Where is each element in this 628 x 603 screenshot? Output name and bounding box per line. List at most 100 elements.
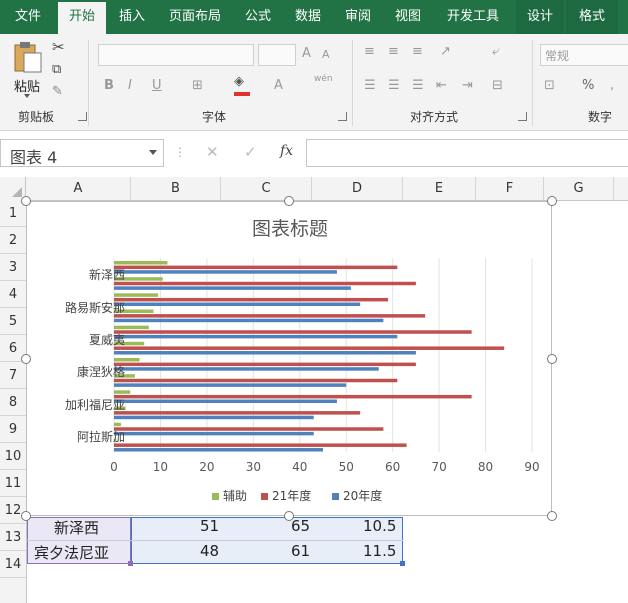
accounting-format-icon[interactable]: ⊡ bbox=[544, 78, 555, 93]
wrap-text-icon[interactable]: ⤶ bbox=[492, 44, 499, 59]
column-header-d[interactable]: D bbox=[312, 177, 403, 200]
bar-1-1[interactable] bbox=[114, 281, 416, 286]
tab-8[interactable]: 开发工具 bbox=[438, 0, 508, 34]
align-left-icon[interactable]: ☰ bbox=[364, 78, 376, 93]
cell-d13[interactable]: 11.5 bbox=[363, 542, 396, 560]
bar-1-10[interactable] bbox=[114, 427, 384, 431]
resize-handle[interactable] bbox=[547, 196, 557, 206]
column-header-b[interactable]: B bbox=[131, 177, 221, 200]
name-box[interactable]: 图表 4 bbox=[0, 139, 164, 167]
row-header-5[interactable]: 5 bbox=[0, 308, 26, 335]
enter-icon[interactable]: ✓ bbox=[244, 143, 257, 161]
bar-1-4[interactable] bbox=[114, 330, 472, 334]
cell-d12[interactable]: 10.5 bbox=[363, 517, 396, 535]
cell-c12[interactable]: 65 bbox=[291, 517, 310, 535]
font-name-combo[interactable] bbox=[98, 44, 254, 66]
bar-2-9[interactable] bbox=[114, 415, 314, 420]
underline-button[interactable]: U bbox=[152, 78, 162, 93]
cancel-icon[interactable]: ✕ bbox=[206, 143, 219, 161]
row-header-4[interactable]: 4 bbox=[0, 281, 26, 308]
bar-2-1[interactable] bbox=[114, 286, 351, 290]
tab-1[interactable]: 开始 bbox=[58, 2, 106, 34]
row-header-11[interactable]: 11 bbox=[0, 470, 26, 497]
resize-handle[interactable] bbox=[284, 196, 294, 206]
tab-2[interactable]: 插入 bbox=[108, 0, 156, 34]
bar-2-5[interactable] bbox=[114, 351, 416, 355]
tab-7[interactable]: 视图 bbox=[386, 0, 430, 34]
bar-1-8[interactable] bbox=[114, 394, 472, 399]
font-color-icon[interactable]: A bbox=[274, 78, 283, 93]
cell-b13[interactable]: 48 bbox=[200, 542, 219, 560]
row-header-7[interactable]: 7 bbox=[0, 362, 26, 389]
bar-1-11[interactable] bbox=[114, 443, 407, 447]
tab-9[interactable]: 设计 bbox=[516, 0, 564, 34]
row-header-13[interactable]: 13 bbox=[0, 524, 26, 551]
column-header-a[interactable]: A bbox=[26, 177, 131, 200]
resize-handle[interactable] bbox=[21, 511, 31, 521]
align-right-icon[interactable]: ☰ bbox=[412, 78, 424, 93]
cut-icon[interactable]: ✂ bbox=[52, 38, 65, 56]
align-bottom-icon[interactable]: ≡ bbox=[412, 44, 423, 59]
border-icon[interactable]: ⊞ bbox=[192, 78, 203, 93]
cell-a13[interactable]: 宾夕法尼亚 bbox=[34, 542, 109, 563]
decrease-indent-icon[interactable]: ⇤ bbox=[436, 78, 447, 93]
bar-2-6[interactable] bbox=[114, 367, 379, 371]
phonetic-icon[interactable]: wén bbox=[314, 74, 333, 84]
comma-style-icon[interactable]: , bbox=[610, 78, 614, 93]
align-center-icon[interactable]: ☰ bbox=[388, 78, 400, 93]
row-header-14[interactable]: 14 bbox=[0, 551, 26, 578]
font-launcher-icon[interactable] bbox=[338, 112, 347, 121]
bar-1-9[interactable] bbox=[114, 411, 361, 415]
formula-input[interactable] bbox=[306, 139, 628, 167]
fill-color-icon[interactable]: ◈ bbox=[234, 74, 244, 89]
align-middle-icon[interactable]: ≡ bbox=[388, 44, 399, 59]
italic-button[interactable]: I bbox=[128, 78, 132, 93]
blue-handle[interactable] bbox=[400, 561, 405, 566]
column-header-f[interactable]: F bbox=[476, 177, 544, 200]
bar-1-6[interactable] bbox=[114, 362, 416, 367]
tab-5[interactable]: 数据 bbox=[286, 0, 330, 34]
decrease-font-icon[interactable]: A bbox=[322, 48, 330, 61]
clipboard-launcher-icon[interactable] bbox=[78, 112, 87, 121]
percent-icon[interactable]: % bbox=[582, 78, 594, 93]
bar-1-5[interactable] bbox=[114, 346, 505, 350]
tab-4[interactable]: 公式 bbox=[236, 0, 280, 34]
copy-icon[interactable]: ⧉ bbox=[52, 62, 61, 77]
purple-handle[interactable] bbox=[128, 561, 133, 566]
increase-indent-icon[interactable]: ⇥ bbox=[462, 78, 473, 93]
bar-0-8[interactable] bbox=[114, 390, 131, 394]
legend-item[interactable]: 辅助 bbox=[212, 487, 247, 504]
resize-handle[interactable] bbox=[284, 511, 294, 521]
increase-font-icon[interactable]: A bbox=[302, 46, 311, 61]
bold-button[interactable]: B bbox=[104, 78, 114, 93]
row-header-3[interactable]: 3 bbox=[0, 254, 26, 281]
paste-button[interactable]: 粘贴 bbox=[8, 40, 48, 100]
bar-1-2[interactable] bbox=[114, 297, 389, 302]
column-header-c[interactable]: C bbox=[221, 177, 312, 200]
bar-2-10[interactable] bbox=[114, 431, 314, 436]
resize-handle[interactable] bbox=[547, 511, 557, 521]
bar-2-0[interactable] bbox=[114, 270, 337, 274]
align-top-icon[interactable]: ≡ bbox=[364, 44, 375, 59]
merge-center-icon[interactable]: ⊟ bbox=[492, 78, 503, 93]
cell-b12[interactable]: 51 bbox=[200, 517, 219, 535]
insert-function-icon[interactable]: fx bbox=[280, 143, 293, 159]
tab-0[interactable]: 文件 bbox=[6, 0, 50, 34]
bar-0-4[interactable] bbox=[114, 325, 149, 330]
bar-2-4[interactable] bbox=[114, 334, 398, 339]
row-header-2[interactable]: 2 bbox=[0, 227, 26, 254]
bar-0-0[interactable] bbox=[114, 261, 168, 265]
bar-2-11[interactable] bbox=[114, 448, 323, 452]
bar-1-7[interactable] bbox=[114, 378, 398, 383]
font-size-combo[interactable] bbox=[258, 44, 296, 66]
cell-a12[interactable]: 新泽西 bbox=[54, 517, 99, 538]
cell-c13[interactable]: 61 bbox=[291, 542, 310, 560]
format-painter-icon[interactable]: ✎ bbox=[52, 84, 63, 99]
legend-item[interactable]: 20年度 bbox=[332, 487, 382, 504]
resize-handle[interactable] bbox=[21, 353, 31, 364]
bar-2-8[interactable] bbox=[114, 399, 337, 404]
number-format-combo[interactable]: 常规 bbox=[540, 44, 628, 66]
tab-3[interactable]: 页面布局 bbox=[160, 0, 230, 34]
row-header-8[interactable]: 8 bbox=[0, 389, 26, 416]
legend-item[interactable]: 21年度 bbox=[261, 487, 311, 504]
